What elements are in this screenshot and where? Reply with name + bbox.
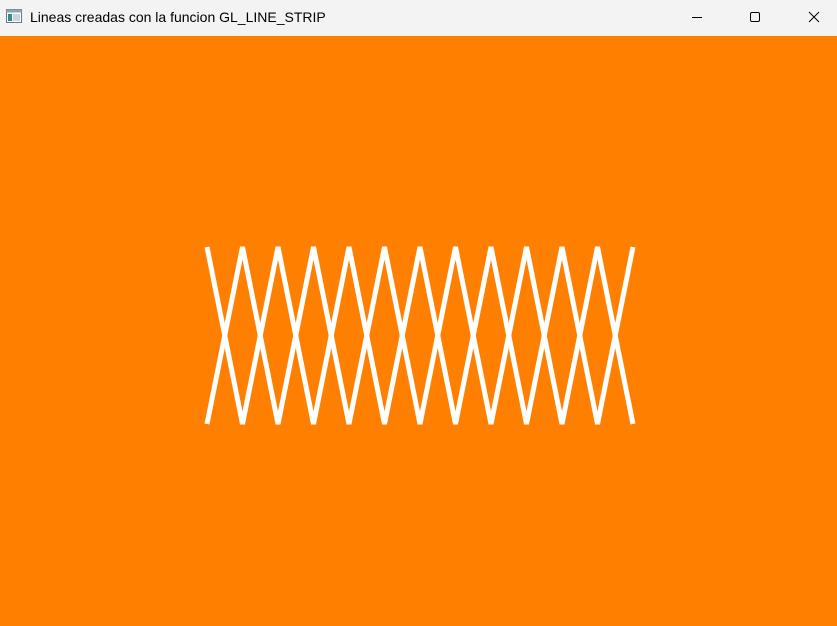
window-title: Lineas creadas con la funcion GL_LINE_ST… [30,9,326,25]
close-icon [808,10,820,26]
minimize-icon [691,10,703,26]
minimize-button[interactable] [674,0,720,36]
title-bar[interactable]: Lineas creadas con la funcion GL_LINE_ST… [0,0,837,36]
app-window: Lineas creadas con la funcion GL_LINE_ST… [0,0,837,626]
close-button[interactable] [791,0,837,36]
gl-canvas[interactable] [0,36,837,626]
maximize-button[interactable] [732,0,778,36]
app-window-icon[interactable] [6,9,22,23]
maximize-icon [749,10,761,26]
line-strip-drawing [0,36,837,626]
canvas-background [0,36,837,626]
